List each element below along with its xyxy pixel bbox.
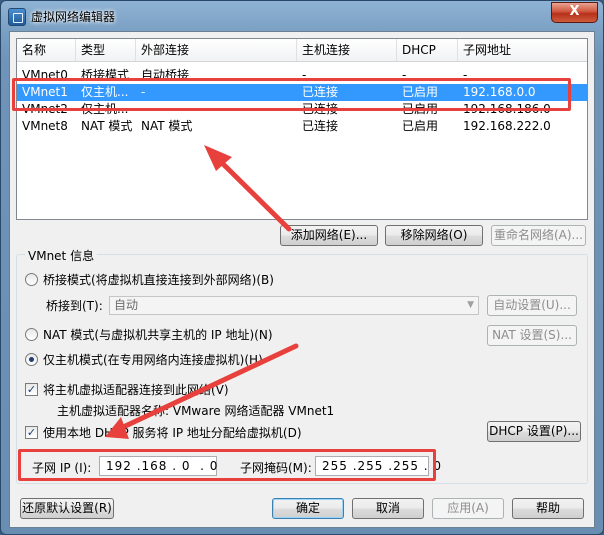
annotation-arrow-down bbox=[116, 343, 299, 432]
annotation-arrows bbox=[105, 145, 299, 439]
dialog-window: 虚拟网络编辑器 X 名称 类型 外部连接 主机连接 DHCP 子网地址 VMne… bbox=[0, 0, 604, 535]
annotation-arrow-up bbox=[212, 153, 292, 232]
